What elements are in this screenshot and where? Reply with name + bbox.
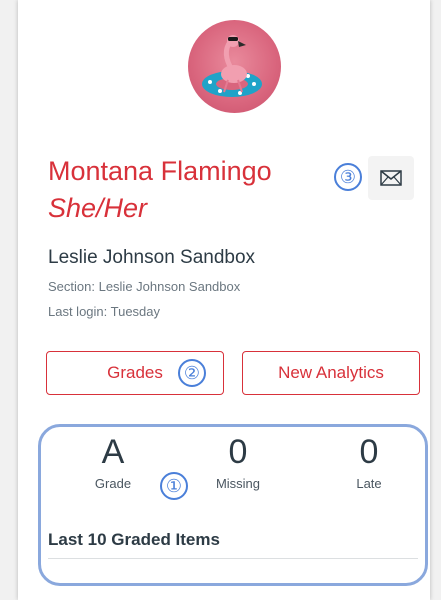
new-analytics-button[interactable]: New Analytics	[242, 351, 420, 395]
stat-missing-value: 0	[228, 433, 248, 471]
course-name: Leslie Johnson Sandbox	[48, 247, 256, 268]
last-login: Last login: Tuesday	[48, 304, 161, 319]
callout-two: ②	[178, 359, 206, 387]
stat-grade: A Grade	[53, 432, 173, 491]
send-message-button[interactable]	[368, 156, 414, 200]
stat-missing-label: Missing	[215, 476, 261, 491]
student-avatar	[188, 20, 281, 113]
callout-three: ③	[334, 163, 362, 191]
stat-grade-label: Grade	[94, 476, 132, 491]
grades-button-label: Grades	[107, 363, 163, 382]
student-pronouns: She/Her	[48, 193, 148, 223]
stat-grade-value: A	[101, 433, 125, 471]
stat-missing: 0 Missing	[178, 432, 298, 491]
section-info: Section: Leslie Johnson Sandbox	[48, 279, 241, 294]
stat-late-label: Late	[356, 476, 382, 491]
divider	[48, 558, 418, 559]
stat-late-value: 0	[359, 433, 379, 471]
envelope-icon	[380, 170, 402, 186]
student-context-card: Montana Flamingo She/Her ③ Leslie Johnso…	[18, 0, 430, 600]
flamingo-avatar-icon	[202, 35, 262, 97]
stat-late: 0 Late	[309, 432, 429, 491]
new-analytics-button-label: New Analytics	[278, 363, 384, 382]
last-graded-items-heading: Last 10 Graded Items	[48, 530, 220, 549]
student-name[interactable]: Montana Flamingo	[48, 155, 272, 187]
